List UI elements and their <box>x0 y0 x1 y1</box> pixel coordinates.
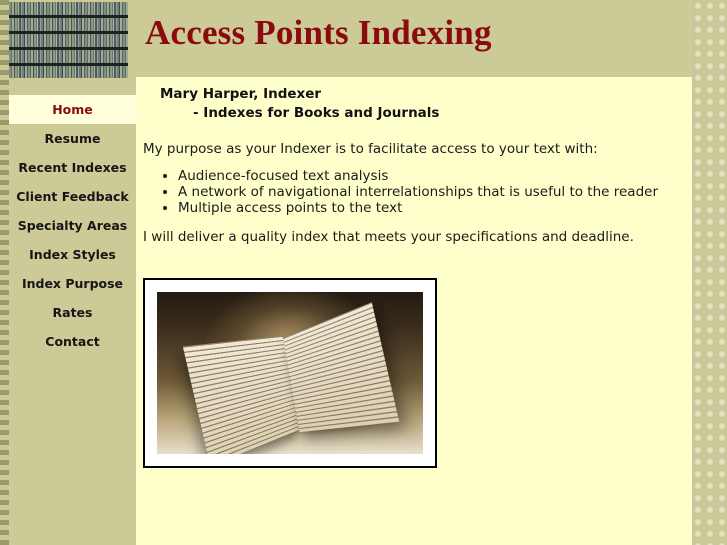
left-decorative-strip <box>0 0 9 545</box>
lead-heading-line2: - Indexes for Books and Journals <box>193 105 440 121</box>
right-decorative-strip <box>692 0 727 545</box>
sidebar-item-resume[interactable]: Resume <box>9 124 136 153</box>
list-item: A network of navigational interrelations… <box>178 184 692 200</box>
intro-text: My purpose as your Indexer is to facilit… <box>143 141 598 157</box>
sidebar-item-contact[interactable]: Contact <box>9 327 136 356</box>
page-title: Access Points Indexing <box>145 13 492 52</box>
sidebar-item-index-purpose[interactable]: Index Purpose <box>9 269 136 298</box>
list-item: Audience-focused text analysis <box>178 168 692 184</box>
closing-text: I will deliver a quality index that meet… <box>143 229 634 245</box>
sidebar-item-home[interactable]: Home <box>9 95 136 124</box>
list-item: Multiple access points to the text <box>178 200 692 216</box>
bookshelf-photo <box>9 2 128 78</box>
open-book-figure-frame <box>143 278 437 468</box>
sidebar: Home Resume Recent Indexes Client Feedba… <box>0 0 136 545</box>
main-content: Mary Harper, Indexer - Indexes for Books… <box>136 77 692 545</box>
page-root: Access Points Indexing Home Resume Recen… <box>0 0 727 545</box>
open-book-photo <box>157 292 423 454</box>
open-book-icon <box>182 302 400 454</box>
sidebar-item-index-styles[interactable]: Index Styles <box>9 240 136 269</box>
sidebar-item-rates[interactable]: Rates <box>9 298 136 327</box>
lead-heading-line1: Mary Harper, Indexer <box>160 86 322 102</box>
sidebar-item-specialty-areas[interactable]: Specialty Areas <box>9 211 136 240</box>
lead-heading: Mary Harper, Indexer - Indexes for Books… <box>136 77 692 123</box>
benefit-list: Audience-focused text analysis A network… <box>136 168 692 216</box>
sidebar-item-client-feedback[interactable]: Client Feedback <box>9 182 136 211</box>
sidebar-item-recent-indexes[interactable]: Recent Indexes <box>9 153 136 182</box>
sidebar-nav: Home Resume Recent Indexes Client Feedba… <box>0 95 136 356</box>
